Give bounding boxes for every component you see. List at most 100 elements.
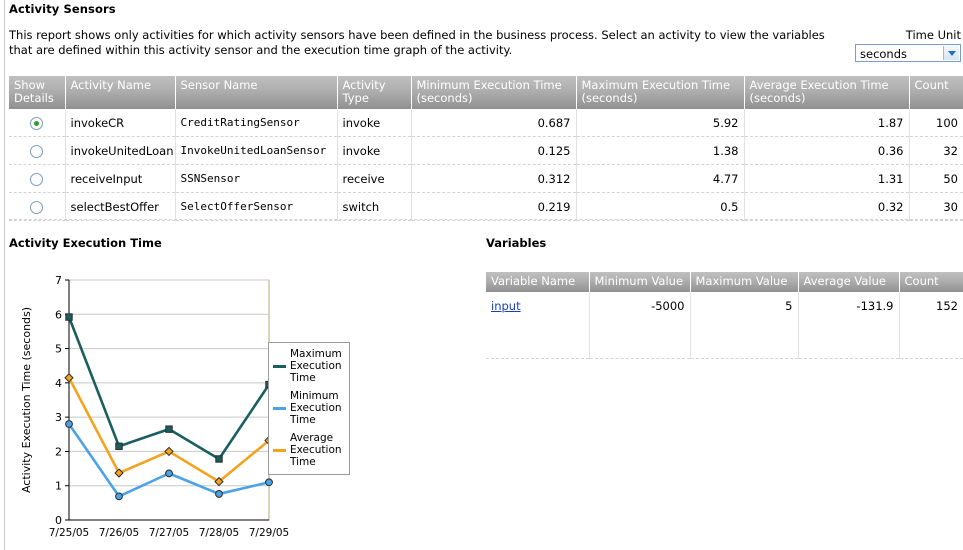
svg-text:0: 0	[55, 514, 62, 527]
sensor-name-cell: SelectOfferSensor	[175, 192, 338, 221]
time-unit-selected-value: seconds	[860, 47, 908, 61]
filler-cell	[899, 320, 963, 359]
legend-label-maximum: Maximum Execution Time	[290, 348, 342, 384]
chart-svg: 01234567 7/25/05 7/26/05 7/27/05 7/28/05 7/2…	[20, 274, 289, 539]
show-details-radio[interactable]	[30, 144, 44, 158]
show-details-cell[interactable]	[9, 192, 66, 221]
legend-label-minimum: Minimum Execution Time	[290, 390, 342, 426]
max-execution-time-cell: 5.92	[576, 109, 745, 137]
variable-min-cell: -5000	[589, 292, 691, 320]
chart-y-axis-label: Activity Execution Time (seconds)	[20, 307, 33, 493]
svg-text:3: 3	[55, 411, 62, 424]
show-details-cell[interactable]	[9, 136, 66, 165]
legend-swatch-maximum	[273, 364, 286, 368]
activity-name-cell: invokeUnitedLoan	[65, 136, 176, 165]
column-header-activity-name[interactable]: Activity Name	[65, 76, 176, 109]
column-header-sensor-name[interactable]: Sensor Name	[175, 76, 338, 109]
column-header-avg-execution-time[interactable]: Average Execution Time (seconds)	[744, 76, 910, 109]
activity-name-cell: invokeCR	[65, 109, 176, 137]
show-details-radio[interactable]	[30, 200, 44, 214]
table-header-row: Variable Name Minimum Value Maximum Valu…	[486, 272, 963, 292]
variable-max-cell: 5	[690, 292, 799, 320]
activity-execution-time-chart: 01234567 7/25/05 7/26/05 7/27/05 7/28/05 7/2…	[6, 258, 476, 550]
svg-text:6: 6	[55, 308, 62, 321]
count-cell: 30	[909, 192, 963, 221]
variable-avg-cell: -131.9	[798, 292, 900, 320]
min-execution-time-cell: 0.125	[411, 136, 577, 165]
sensors-table-bottom-rule	[9, 219, 963, 220]
max-execution-time-cell: 4.77	[576, 164, 745, 193]
show-details-radio[interactable]	[30, 172, 44, 186]
count-cell: 32	[909, 136, 963, 165]
avg-execution-time-cell: 0.32	[744, 192, 910, 221]
chart-y-tick-labels: 0 1 2 3 4 5 6 7	[55, 274, 62, 527]
legend-item-minimum: Minimum Execution Time	[273, 390, 345, 426]
column-header-average-value[interactable]: Average Value	[798, 272, 900, 292]
column-header-max-execution-time[interactable]: Maximum Execution Time (seconds)	[576, 76, 745, 109]
table-row: input -5000 5 -131.9 152	[486, 292, 963, 320]
column-header-minimum-value[interactable]: Minimum Value	[589, 272, 691, 292]
chevron-down-icon[interactable]	[943, 46, 959, 60]
activity-type-cell: receive	[337, 164, 412, 193]
column-header-count[interactable]: Count	[909, 76, 963, 109]
svg-text:2: 2	[55, 445, 62, 458]
table-header-row: Show Details Activity Name Sensor Name A…	[9, 76, 963, 109]
show-details-cell[interactable]	[9, 109, 66, 137]
activity-type-cell: invoke	[337, 136, 412, 165]
svg-text:1: 1	[55, 480, 62, 493]
legend-item-average: Average Execution Time	[273, 432, 345, 468]
activity-type-cell: invoke	[337, 109, 412, 137]
show-details-cell[interactable]	[9, 164, 66, 193]
avg-execution-time-cell: 0.36	[744, 136, 910, 165]
column-header-count[interactable]: Count	[899, 272, 963, 292]
variable-count-cell: 152	[899, 292, 963, 320]
chart-x-tick-labels: 7/25/05 7/26/05 7/27/05 7/28/05 7/29/05	[49, 527, 289, 539]
chart-section-heading: Activity Execution Time	[9, 236, 162, 250]
activity-sensors-table: Show Details Activity Name Sensor Name A…	[9, 76, 963, 221]
max-execution-time-cell: 1.38	[576, 136, 745, 165]
filler-cell	[690, 320, 799, 359]
chart-legend: Maximum Execution Time Minimum Execution…	[268, 342, 350, 475]
avg-execution-time-cell: 1.87	[744, 109, 910, 137]
svg-text:7/25/05: 7/25/05	[49, 527, 89, 539]
time-unit-label: Time Unit	[905, 28, 961, 42]
column-header-show-details[interactable]: Show Details	[9, 76, 66, 109]
max-execution-time-cell: 0.5	[576, 192, 745, 221]
column-header-maximum-value[interactable]: Maximum Value	[690, 272, 799, 292]
sensor-name-cell: InvokeUnitedLoanSensor	[175, 136, 338, 165]
table-row[interactable]: selectBestOffer SelectOfferSensor switch…	[9, 192, 963, 221]
svg-text:7/28/05: 7/28/05	[199, 527, 239, 539]
report-description: This report shows only activities for wh…	[9, 28, 825, 57]
svg-text:7/29/05: 7/29/05	[249, 527, 289, 539]
legend-item-maximum: Maximum Execution Time	[273, 348, 345, 384]
variables-table: Variable Name Minimum Value Maximum Valu…	[486, 272, 963, 359]
variable-name-link[interactable]: input	[491, 299, 521, 313]
filler-cell	[798, 320, 900, 359]
svg-text:4: 4	[55, 377, 62, 390]
variables-section-heading: Variables	[486, 236, 547, 250]
count-cell: 100	[909, 109, 963, 137]
time-unit-control: Time Unit seconds	[855, 28, 961, 62]
count-cell: 50	[909, 164, 963, 193]
column-header-variable-name[interactable]: Variable Name	[486, 272, 590, 292]
activity-name-cell: selectBestOffer	[65, 192, 176, 221]
filler-cell	[486, 320, 590, 359]
table-row[interactable]: receiveInput SSNSensor receive 0.312 4.7…	[9, 164, 963, 193]
time-unit-select[interactable]: seconds	[855, 44, 961, 62]
variable-name-cell: input	[486, 292, 590, 320]
table-row[interactable]: invokeUnitedLoan InvokeUnitedLoanSensor …	[9, 136, 963, 165]
min-execution-time-cell: 0.312	[411, 164, 577, 193]
activity-type-cell: switch	[337, 192, 412, 221]
activity-sensors-report: Activity Sensors This report shows only …	[0, 0, 963, 550]
sensor-name-cell: CreditRatingSensor	[175, 109, 338, 137]
table-row[interactable]: invokeCR CreditRatingSensor invoke 0.687…	[9, 109, 963, 137]
legend-swatch-minimum	[273, 406, 286, 410]
legend-swatch-average	[273, 448, 286, 452]
svg-text:5: 5	[55, 343, 62, 356]
table-row-filler	[486, 320, 963, 359]
column-header-activity-type[interactable]: Activity Type	[337, 76, 412, 109]
show-details-radio[interactable]	[30, 116, 44, 130]
filler-cell	[589, 320, 691, 359]
column-header-min-execution-time[interactable]: Minimum Execution Time (seconds)	[411, 76, 577, 109]
svg-text:7/26/05: 7/26/05	[99, 527, 139, 539]
